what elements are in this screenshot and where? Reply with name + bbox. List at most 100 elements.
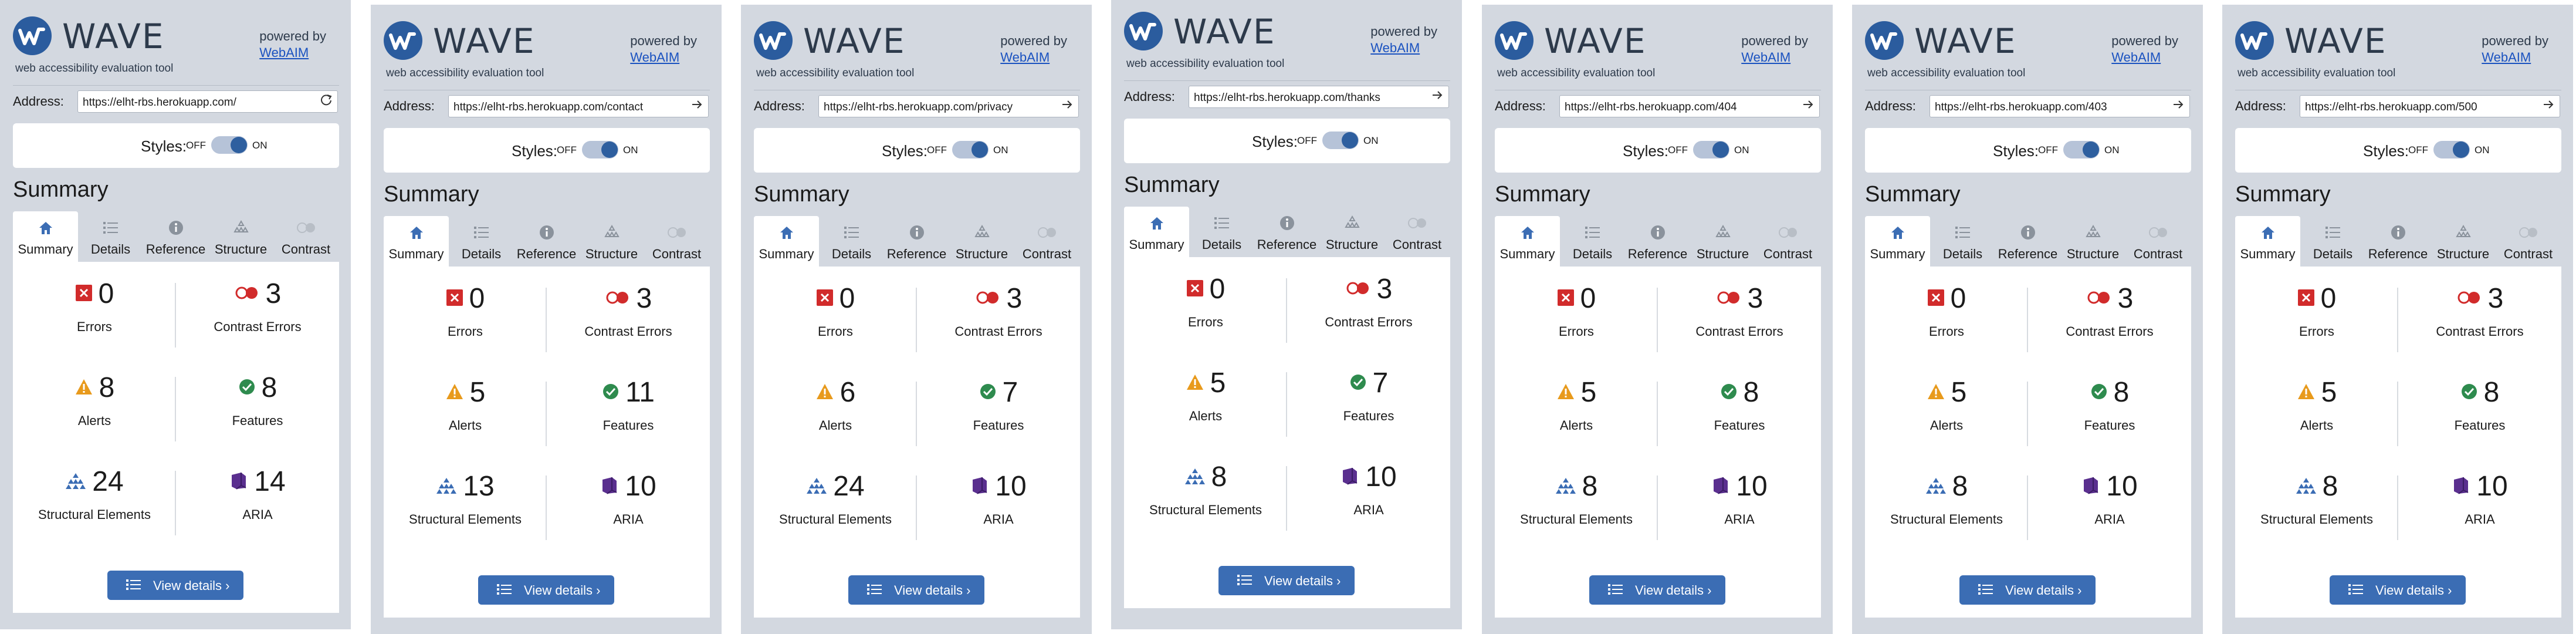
webaim-link[interactable]: WebAIM: [630, 49, 697, 66]
metric-structural[interactable]: 8 Structural Elements: [1495, 454, 1658, 548]
address-input[interactable]: https://elht-rbs.herokuapp.com/403: [1930, 95, 2190, 117]
metric-structural[interactable]: 24 Structural Elements: [754, 454, 917, 548]
webaim-link[interactable]: WebAIM: [259, 45, 326, 61]
metric-alerts[interactable]: 5 Alerts: [1495, 360, 1658, 454]
tab-summary[interactable]: Summary: [1124, 207, 1189, 257]
metric-structural[interactable]: 8 Structural Elements: [1865, 454, 2028, 548]
tab-summary[interactable]: Summary: [754, 216, 819, 267]
tab-reference[interactable]: Reference: [1995, 216, 2060, 267]
metric-aria[interactable]: 10 ARIA: [2028, 454, 2191, 548]
metric-structural[interactable]: 8 Structural Elements: [2235, 454, 2398, 548]
webaim-link[interactable]: WebAIM: [1000, 49, 1067, 66]
metric-contrast[interactable]: 3 Contrast Errors: [2028, 267, 2191, 360]
arrow-right-icon[interactable]: [1431, 89, 1444, 106]
arrow-right-icon[interactable]: [2172, 98, 2185, 115]
tab-structure[interactable]: Structure: [2060, 216, 2125, 267]
tab-structure[interactable]: Structure: [2431, 216, 2496, 267]
tab-contrast[interactable]: Contrast: [1385, 207, 1450, 257]
tab-summary[interactable]: Summary: [1495, 216, 1560, 267]
tab-reference[interactable]: Reference: [884, 216, 949, 267]
metric-alerts[interactable]: 5 Alerts: [384, 360, 547, 454]
metric-features[interactable]: 7 Features: [917, 360, 1080, 454]
view-details-button[interactable]: View details ›: [478, 575, 614, 605]
metric-features[interactable]: 8 Features: [1658, 360, 1821, 454]
address-input[interactable]: https://elht-rbs.herokuapp.com/: [77, 90, 338, 113]
tab-structure[interactable]: Structure: [1690, 216, 1755, 267]
metric-alerts[interactable]: 5 Alerts: [1865, 360, 2028, 454]
tab-contrast[interactable]: Contrast: [644, 216, 709, 267]
tab-structure[interactable]: Structure: [208, 211, 273, 262]
tab-reference[interactable]: Reference: [514, 216, 579, 267]
arrow-right-icon[interactable]: [1802, 98, 1815, 115]
metric-contrast[interactable]: 3 Contrast Errors: [176, 262, 339, 356]
metric-features[interactable]: 8 Features: [2398, 360, 2561, 454]
reload-icon[interactable]: [320, 93, 333, 110]
tab-details[interactable]: Details: [449, 216, 514, 267]
tab-details[interactable]: Details: [78, 211, 143, 262]
address-input[interactable]: https://elht-rbs.herokuapp.com/500: [2300, 95, 2560, 117]
tab-contrast[interactable]: Contrast: [2125, 216, 2191, 267]
styles-toggle[interactable]: [2433, 141, 2470, 158]
metric-contrast[interactable]: 3 Contrast Errors: [2398, 267, 2561, 360]
tab-details[interactable]: Details: [2300, 216, 2365, 267]
tab-contrast[interactable]: Contrast: [1014, 216, 1079, 267]
tab-details[interactable]: Details: [1560, 216, 1625, 267]
arrow-right-icon[interactable]: [2542, 98, 2555, 115]
address-input[interactable]: https://elht-rbs.herokuapp.com/404: [1559, 95, 1820, 117]
tab-summary[interactable]: Summary: [1865, 216, 1930, 267]
tab-details[interactable]: Details: [1189, 207, 1254, 257]
address-input[interactable]: https://elht-rbs.herokuapp.com/privacy: [818, 95, 1079, 117]
metric-alerts[interactable]: 8 Alerts: [13, 356, 176, 450]
view-details-button[interactable]: View details ›: [107, 571, 243, 600]
tab-details[interactable]: Details: [819, 216, 884, 267]
view-details-button[interactable]: View details ›: [1959, 575, 2096, 605]
metric-contrast[interactable]: 3 Contrast Errors: [1658, 267, 1821, 360]
styles-toggle[interactable]: [2063, 141, 2100, 158]
metric-alerts[interactable]: 5 Alerts: [1124, 351, 1287, 445]
webaim-link[interactable]: WebAIM: [1741, 49, 1808, 66]
metric-errors[interactable]: 0 Errors: [1495, 267, 1658, 360]
arrow-right-icon[interactable]: [690, 98, 703, 115]
metric-errors[interactable]: 0 Errors: [2235, 267, 2398, 360]
styles-toggle[interactable]: [211, 136, 248, 154]
tab-reference[interactable]: Reference: [1625, 216, 1690, 267]
webaim-link[interactable]: WebAIM: [2111, 49, 2178, 66]
tab-summary[interactable]: Summary: [384, 216, 449, 267]
tab-structure[interactable]: Structure: [949, 216, 1014, 267]
address-input[interactable]: https://elht-rbs.herokuapp.com/contact: [448, 95, 709, 117]
tab-reference[interactable]: Reference: [143, 211, 208, 262]
metric-errors[interactable]: 0 Errors: [1865, 267, 2028, 360]
metric-aria[interactable]: 10 ARIA: [1287, 445, 1450, 539]
view-details-button[interactable]: View details ›: [1218, 566, 1355, 595]
metric-alerts[interactable]: 6 Alerts: [754, 360, 917, 454]
tab-contrast[interactable]: Contrast: [273, 211, 338, 262]
tab-structure[interactable]: Structure: [1319, 207, 1385, 257]
styles-toggle[interactable]: [1322, 131, 1359, 149]
webaim-link[interactable]: WebAIM: [1370, 40, 1437, 56]
tab-structure[interactable]: Structure: [579, 216, 644, 267]
tab-summary[interactable]: Summary: [2235, 216, 2300, 267]
tab-details[interactable]: Details: [1930, 216, 1995, 267]
arrow-right-icon[interactable]: [1061, 98, 1074, 115]
metric-contrast[interactable]: 3 Contrast Errors: [1287, 257, 1450, 351]
metric-aria[interactable]: 10 ARIA: [917, 454, 1080, 548]
metric-structural[interactable]: 8 Structural Elements: [1124, 445, 1287, 539]
metric-errors[interactable]: 0 Errors: [1124, 257, 1287, 351]
metric-aria[interactable]: 14 ARIA: [176, 450, 339, 544]
tab-reference[interactable]: Reference: [1254, 207, 1319, 257]
tab-summary[interactable]: Summary: [13, 211, 78, 262]
styles-toggle[interactable]: [1693, 141, 1729, 158]
metric-structural[interactable]: 13 Structural Elements: [384, 454, 547, 548]
address-input[interactable]: https://elht-rbs.herokuapp.com/thanks: [1189, 86, 1449, 108]
metric-contrast[interactable]: 3 Contrast Errors: [917, 267, 1080, 360]
metric-features[interactable]: 11 Features: [547, 360, 710, 454]
metric-errors[interactable]: 0 Errors: [13, 262, 176, 356]
metric-structural[interactable]: 24 Structural Elements: [13, 450, 176, 544]
styles-toggle[interactable]: [582, 141, 618, 158]
styles-toggle[interactable]: [952, 141, 989, 158]
view-details-button[interactable]: View details ›: [848, 575, 984, 605]
view-details-button[interactable]: View details ›: [1589, 575, 1725, 605]
metric-features[interactable]: 8 Features: [176, 356, 339, 450]
metric-alerts[interactable]: 5 Alerts: [2235, 360, 2398, 454]
metric-errors[interactable]: 0 Errors: [384, 267, 547, 360]
